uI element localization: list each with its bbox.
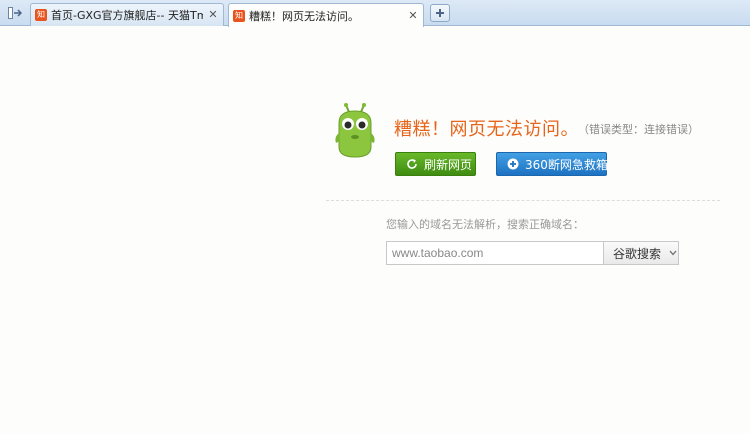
google-search-label: 谷歌搜索	[613, 246, 662, 261]
tab-title: 首页-GXG官方旗舰店-- 天猫Tmall.c...	[51, 9, 203, 22]
sidebar-toggle-button[interactable]	[4, 4, 26, 22]
close-icon[interactable]: ✕	[407, 9, 419, 22]
tab-gxg-store[interactable]: 知 首页-GXG官方旗舰店-- 天猫Tmall.c... ✕	[30, 3, 224, 26]
domain-search-input[interactable]: www.taobao.com	[386, 241, 603, 265]
network-rescue-label: 360断网急救箱	[525, 157, 608, 172]
close-icon[interactable]: ✕	[207, 9, 219, 21]
refresh-page-button[interactable]: 刷新网页	[395, 152, 476, 176]
tab-bar: 知 首页-GXG官方旗舰店-- 天猫Tmall.c... ✕ 知 糟糕！网页无法…	[0, 0, 750, 27]
sidebar-icon	[8, 7, 22, 19]
new-tab-button[interactable]	[430, 4, 450, 22]
plus-circle-icon	[507, 158, 519, 170]
dashed-divider	[326, 200, 720, 201]
tab-title: 糟糕！网页无法访问。	[249, 9, 359, 23]
error-type-label: （错误类型：连接错误）	[578, 123, 699, 136]
refresh-icon	[407, 159, 417, 169]
green-mascot-icon	[335, 103, 375, 158]
refresh-page-label: 刷新网页	[424, 157, 473, 172]
tab-favicon-icon: 知	[35, 9, 47, 21]
chevron-down-icon[interactable]	[669, 250, 677, 256]
google-search-button[interactable]: 谷歌搜索	[603, 241, 679, 265]
error-title: 糟糕！网页无法访问。	[394, 119, 579, 140]
network-rescue-button[interactable]: 360断网急救箱	[496, 152, 608, 176]
tab-error-page[interactable]: 知 糟糕！网页无法访问。 ✕	[228, 3, 424, 27]
plus-icon	[436, 9, 444, 17]
domain-hint-text: 您输入的域名无法解析，搜索正确域名：	[386, 218, 584, 231]
tab-favicon-icon: 知	[233, 9, 245, 22]
